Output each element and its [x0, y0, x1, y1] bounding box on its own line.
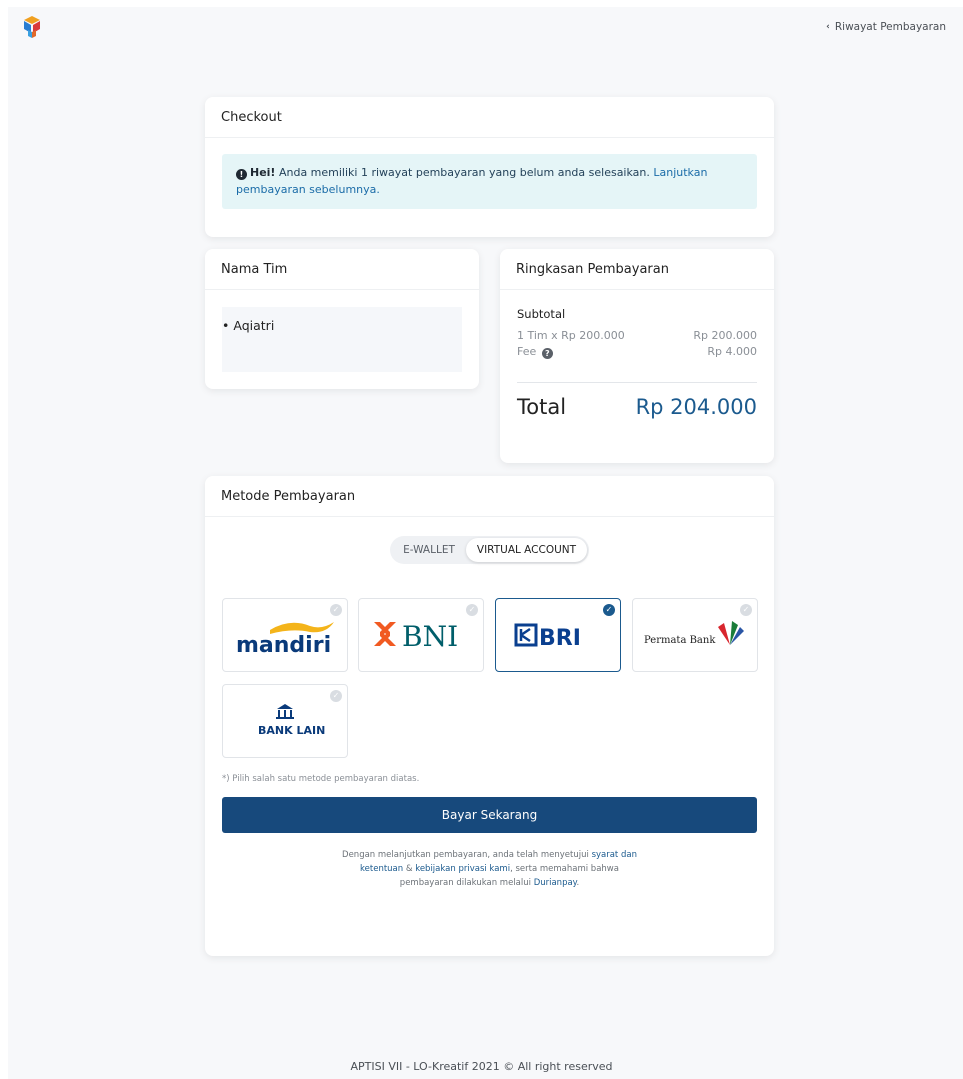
bank-lain-logo: BANK LAIN	[223, 685, 347, 757]
help-icon[interactable]: ?	[541, 348, 553, 359]
bri-logo: BRI	[496, 599, 620, 671]
pay-now-button[interactable]: Bayar Sekarang	[222, 797, 757, 833]
info-icon: !	[236, 169, 247, 180]
payment-method-card: Metode Pembayaran E-WALLET VIRTUAL ACCOU…	[205, 476, 774, 956]
back-to-payment-history-link[interactable]: ‹ Riwayat Pembayaran	[826, 21, 946, 33]
app-logo[interactable]	[19, 14, 45, 40]
bank-option-other[interactable]: ✓ BANK LAIN	[222, 684, 348, 758]
permata-bank-logo: Permata Bank	[633, 599, 757, 671]
subtotal-label: Subtotal	[517, 307, 566, 321]
summary-body: Subtotal 1 Tim x Rp 200.000 Rp 200.000 F…	[517, 307, 757, 362]
payment-summary-card: Ringkasan Pembayaran Subtotal 1 Tim x Rp…	[500, 249, 774, 463]
alert-text: Anda memiliki 1 riwayat pembayaran yang …	[275, 166, 654, 179]
total-label: Total	[517, 395, 567, 419]
fee-value: Rp 4.000	[707, 345, 757, 358]
terms-text-1: Dengan melanjutkan pembayaran, anda tela…	[342, 850, 592, 860]
list-item: • Aqiatri	[222, 318, 462, 333]
bank-option-bni[interactable]: ✓ BNI	[358, 598, 484, 672]
payment-method-note: *) Pilih salah satu metode pembayaran di…	[222, 774, 420, 784]
total-value: Rp 204.000	[635, 395, 757, 419]
svg-text:BNI: BNI	[402, 620, 458, 653]
team-member-name: Aqiatri	[233, 318, 275, 333]
svg-text:mandiri: mandiri	[236, 633, 331, 658]
pending-payment-alert: ! Hei! Anda memiliki 1 riwayat pembayaran…	[222, 154, 757, 209]
team-member-list: • Aqiatri	[222, 307, 462, 372]
checkout-card: Checkout ! Hei! Anda memiliki 1 riwayat p…	[205, 97, 774, 237]
bank-option-mandiri[interactable]: ✓ mandiri	[222, 598, 348, 672]
team-card: Nama Tim • Aqiatri	[205, 249, 479, 389]
item-value: Rp 200.000	[693, 329, 757, 342]
tab-e-wallet[interactable]: E-WALLET	[392, 538, 466, 562]
bank-option-permata[interactable]: ✓ Permata Bank	[632, 598, 758, 672]
bank-option-bri[interactable]: ✓ BRI	[495, 598, 621, 672]
svg-text:Permata Bank: Permata Bank	[644, 635, 716, 646]
back-link-label: Riwayat Pembayaran	[834, 21, 946, 33]
tab-virtual-account[interactable]: VIRTUAL ACCOUNT	[466, 538, 587, 562]
privacy-link[interactable]: kebijakan privasi kami	[415, 864, 510, 874]
terms-text-2: &	[403, 864, 416, 874]
svg-text:BRI: BRI	[539, 626, 581, 651]
terms-text: Dengan melanjutkan pembayaran, anda tela…	[337, 848, 642, 890]
fee-label: Fee	[517, 345, 537, 358]
chevron-left-icon: ‹	[826, 22, 830, 32]
alert-bold: Hei!	[250, 166, 276, 179]
team-title: Nama Tim	[205, 249, 479, 290]
checkout-title: Checkout	[205, 97, 774, 138]
payment-type-tabs: E-WALLET VIRTUAL ACCOUNT	[390, 536, 589, 564]
svg-text:BANK LAIN: BANK LAIN	[258, 724, 325, 737]
item-label: 1 Tim x Rp 200.000	[517, 329, 625, 342]
payment-method-title: Metode Pembayaran	[205, 476, 774, 517]
summary-fee-row: Fee ? Rp 4.000	[517, 345, 757, 359]
durianpay-link[interactable]: Durianpay	[534, 878, 577, 888]
footer-copyright: APTISI VII - LO-Kreatif 2021 © All right…	[350, 1060, 613, 1073]
terms-text-4: .	[576, 878, 580, 888]
bni-logo: BNI	[359, 599, 483, 671]
summary-item-row: 1 Tim x Rp 200.000 Rp 200.000	[517, 329, 757, 342]
mandiri-logo: mandiri	[223, 599, 347, 671]
bullet: •	[222, 318, 230, 333]
divider	[517, 382, 757, 383]
summary-title: Ringkasan Pembayaran	[500, 249, 774, 290]
